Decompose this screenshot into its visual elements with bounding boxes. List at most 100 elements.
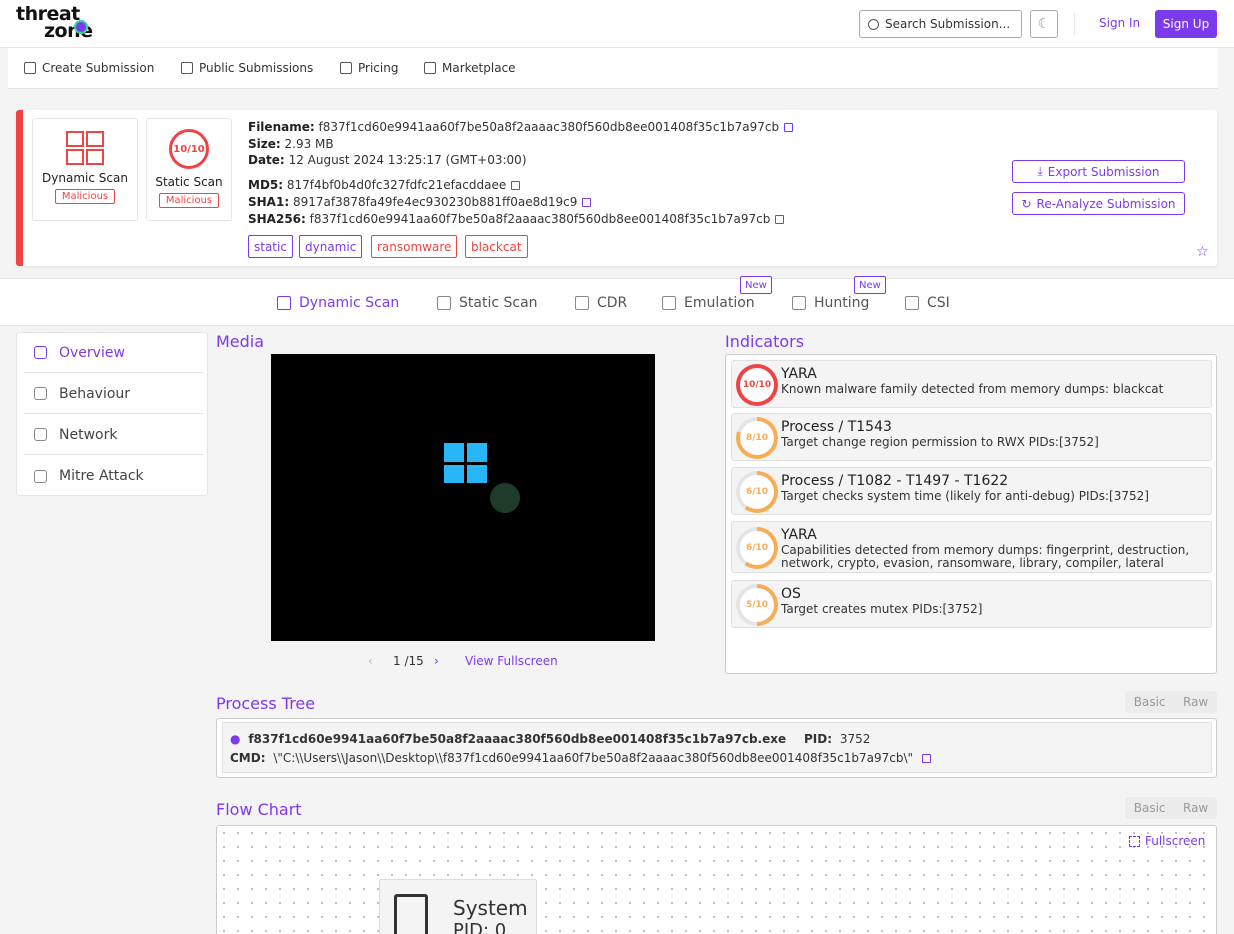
score-ring: 5/10 xyxy=(736,584,778,626)
md5-row: MD5: 817f4bf0b4d0fc327fdfc21efacddaee xyxy=(248,178,521,192)
page-indicator: 1 /15 xyxy=(393,654,424,668)
size-row: Size: 2.93 MB xyxy=(248,137,334,151)
tab-emulation[interactable]: Emulation xyxy=(662,295,755,311)
indicator-item[interactable]: 6/10 Process / T1082 - T1497 - T1622 Targe… xyxy=(731,467,1212,515)
sidebar-item-network[interactable]: Network xyxy=(24,415,204,455)
indicator-description: Target checks system time (likely for an… xyxy=(781,489,1149,503)
new-badge: New xyxy=(740,276,772,294)
tag-static[interactable]: static xyxy=(248,235,293,258)
store-icon xyxy=(340,62,352,74)
indicators-title: Indicators xyxy=(725,332,805,351)
tab-hunting[interactable]: Hunting xyxy=(792,295,869,311)
flow-chart-view-toggle[interactable]: Basic Raw xyxy=(1125,797,1217,819)
cart-icon xyxy=(424,62,436,74)
score-ring: 8/10 xyxy=(736,417,778,459)
globe-icon xyxy=(74,20,88,34)
score-ring: 10/10 xyxy=(169,129,209,169)
indicator-item[interactable]: 6/10 YARA Capabilities detected from memor… xyxy=(731,521,1212,573)
overview-icon xyxy=(34,346,47,359)
sign-in-link[interactable]: Sign In xyxy=(1099,16,1140,30)
download-icon: ⤓ xyxy=(1037,164,1043,178)
bullet-icon: ● xyxy=(230,732,241,746)
indicator-title: Process / T1082 - T1497 - T1622 xyxy=(781,473,1009,489)
prev-arrow-icon[interactable]: ‹ xyxy=(368,654,373,668)
indicator-title: YARA xyxy=(781,527,817,543)
csi-icon xyxy=(905,296,919,310)
indicator-item[interactable]: 5/10 OS Target creates mutex PIDs:[3752] xyxy=(731,580,1212,628)
malicious-indicator-bar xyxy=(16,110,23,266)
search-icon xyxy=(868,18,879,30)
nav-create-submission[interactable]: Create Submission xyxy=(24,61,154,75)
flow-fullscreen-button[interactable]: Fullscreen xyxy=(1129,834,1205,848)
windows-logo xyxy=(444,443,487,483)
search-input[interactable]: Search Submission... xyxy=(859,10,1022,38)
filename-row: Filename: f837f1cd60e9941aa60f7be50a8f2a… xyxy=(248,120,794,134)
windows-icon xyxy=(66,131,104,165)
indicator-item[interactable]: 8/10 Process / T1543 Target change region … xyxy=(731,413,1212,461)
nav-pricing[interactable]: Pricing xyxy=(340,61,398,75)
export-submission-button[interactable]: ⤓ Export Submission xyxy=(1012,160,1185,183)
sidebar-item-mitre-attack[interactable]: Mitre Attack xyxy=(24,456,204,496)
fingerprint-icon xyxy=(34,387,47,400)
expand-icon xyxy=(1129,835,1140,847)
tag-blackcat[interactable]: blackcat xyxy=(465,235,528,258)
theme-toggle-button[interactable]: ☾ xyxy=(1030,10,1058,38)
star-icon[interactable]: ☆ xyxy=(1196,244,1209,260)
moon-icon: ☾ xyxy=(1037,16,1051,32)
indicator-description: Target creates mutex PIDs:[3752] xyxy=(781,602,983,616)
refresh-icon: ↻ xyxy=(1021,196,1032,211)
copy-icon[interactable] xyxy=(784,123,794,132)
indicator-title: OS xyxy=(781,586,801,602)
tab-dynamic-scan[interactable]: Dynamic Scan xyxy=(277,295,399,311)
tag-ransomware[interactable]: ransomware xyxy=(371,235,458,258)
process-node[interactable] xyxy=(222,722,1212,773)
media-title: Media xyxy=(216,332,265,351)
score-ring: 6/10 xyxy=(736,527,778,569)
dynamic-scan-card[interactable]: Dynamic Scan Malicious xyxy=(32,118,138,221)
process-tree-view-toggle[interactable]: Basic Raw xyxy=(1125,691,1217,713)
flow-node-system[interactable]: System PID: 0 xyxy=(379,879,537,934)
create-submission-icon xyxy=(24,62,36,74)
tab-csi[interactable]: CSI xyxy=(905,295,950,311)
sidebar-item-overview[interactable]: Overview xyxy=(24,333,204,373)
indicator-description: Target change region permission to RWX P… xyxy=(781,435,1099,449)
tab-cdr[interactable]: CDR xyxy=(575,295,627,311)
verdict-badge: Malicious xyxy=(54,189,116,204)
media-screenshot[interactable] xyxy=(271,354,655,641)
cdr-icon xyxy=(575,296,589,310)
indicator-description: Capabilities detected from memory dumps:… xyxy=(781,543,1190,570)
copy-icon[interactable] xyxy=(921,754,931,763)
date-row: Date: 12 August 2024 13:25:17 (GMT+03:00… xyxy=(248,153,527,167)
sign-up-button[interactable]: Sign Up xyxy=(1155,10,1217,38)
indicator-item[interactable]: 10/10 YARA Known malware family detected f… xyxy=(731,360,1212,408)
new-badge: New xyxy=(854,276,886,294)
flow-chart-canvas[interactable] xyxy=(216,825,1217,934)
indicator-title: Process / T1543 xyxy=(781,419,892,435)
globe-watermark xyxy=(490,483,520,513)
divider xyxy=(1074,13,1075,35)
cmd-row: CMD: \"C:\\Users\\Jason\\Desktop\\f837f1… xyxy=(230,751,931,765)
tab-static-scan[interactable]: Static Scan xyxy=(437,295,538,311)
sword-icon xyxy=(34,469,47,483)
copy-icon[interactable] xyxy=(775,215,785,224)
monitor-icon xyxy=(662,296,676,310)
nav-marketplace[interactable]: Marketplace xyxy=(424,61,516,75)
score-ring: 6/10 xyxy=(736,471,778,513)
process-tree-title: Process Tree xyxy=(216,694,316,713)
sha256-row: SHA256: f837f1cd60e9941aa60f7be50a8f2aaa… xyxy=(248,212,785,226)
tag-dynamic[interactable]: dynamic xyxy=(299,235,363,258)
view-fullscreen-link[interactable]: View Fullscreen xyxy=(465,654,558,668)
copy-icon[interactable] xyxy=(511,181,521,190)
document-icon xyxy=(181,62,193,74)
flow-chart-title: Flow Chart xyxy=(216,800,302,819)
next-arrow-icon[interactable]: › xyxy=(434,654,439,668)
reanalyze-submission-button[interactable]: ↻ Re-Analyze Submission xyxy=(1012,192,1185,215)
nav-public-submissions[interactable]: Public Submissions xyxy=(181,61,313,75)
sidebar-item-behaviour[interactable]: Behaviour xyxy=(24,374,204,414)
static-scan-card[interactable]: 10/10 Static Scan Malicious xyxy=(146,118,232,221)
network-icon xyxy=(34,428,47,441)
process-row: ● f837f1cd60e9941aa60f7be50a8f2aaaac380f… xyxy=(230,732,871,746)
copy-icon[interactable] xyxy=(582,198,592,207)
file-icon xyxy=(394,894,428,934)
dynamic-scan-icon xyxy=(277,296,291,310)
